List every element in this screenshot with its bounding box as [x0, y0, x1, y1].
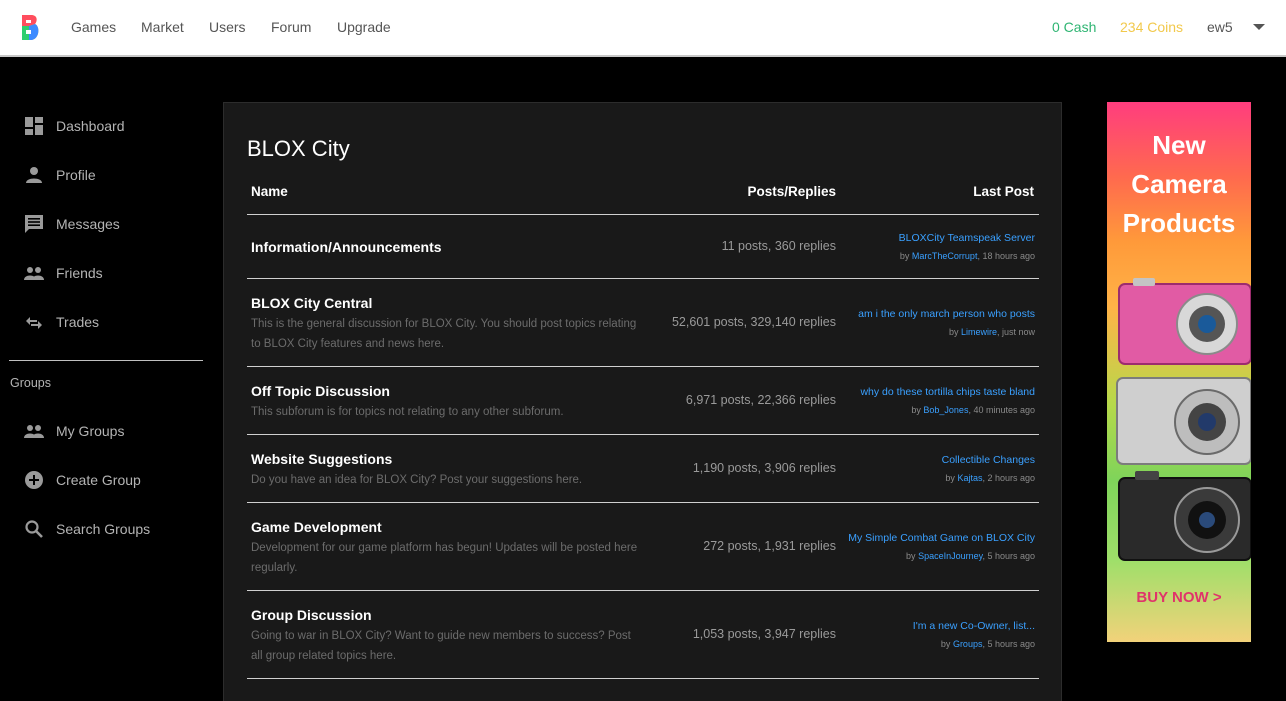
- ad-headline: Camera: [1131, 169, 1227, 199]
- last-post-user[interactable]: Limewire: [961, 327, 997, 337]
- blox-city-logo[interactable]: [19, 13, 41, 42]
- subforum-stats: 272 posts, 1,931 replies: [703, 539, 836, 553]
- column-header-name: Name: [251, 184, 288, 199]
- last-post-title[interactable]: I'm a new Co-Owner, list...: [913, 620, 1035, 632]
- row-divider: [247, 278, 1039, 279]
- last-post-meta: by Limewire, just now: [948, 327, 1035, 337]
- sidebar-item-label: Messages: [56, 216, 120, 232]
- sidebar-item-label: My Groups: [56, 423, 125, 439]
- sidebar-item-my-groups[interactable]: My Groups: [24, 421, 124, 441]
- column-header-last-post: Last Post: [973, 184, 1034, 199]
- last-post-title[interactable]: BLOXCity Teamspeak Server: [899, 232, 1035, 244]
- header-divider: [247, 214, 1039, 215]
- people-icon: [24, 425, 44, 438]
- last-post-title[interactable]: why do these tortilla chips taste bland: [860, 386, 1035, 398]
- nav-games-link[interactable]: Games: [71, 19, 116, 35]
- nav-upgrade-link[interactable]: Upgrade: [337, 19, 391, 35]
- sidebar-item-friends[interactable]: Friends: [24, 263, 103, 283]
- sidebar-item-label: Search Groups: [56, 521, 151, 537]
- last-post-meta: by Groups, 5 hours ago: [940, 639, 1035, 649]
- last-post-title[interactable]: Collectible Changes: [942, 454, 1035, 466]
- swap-icon: [26, 317, 42, 329]
- row-divider: [247, 590, 1039, 591]
- groups-heading: Groups: [10, 376, 51, 390]
- sidebar-item-dashboard[interactable]: Dashboard: [24, 116, 125, 136]
- row-divider: [247, 678, 1039, 679]
- subforum-name[interactable]: Off Topic Discussion: [251, 383, 390, 399]
- row-divider: [247, 366, 1039, 367]
- sidebar-item-create-group[interactable]: Create Group: [24, 470, 141, 490]
- username-label[interactable]: ew5: [1207, 19, 1233, 35]
- last-post-meta: by Bob_Jones, 40 minutes ago: [911, 405, 1035, 415]
- subforum-description: Going to war in BLOX City? Want to guide…: [251, 630, 631, 662]
- add-circle-icon: [25, 471, 43, 489]
- subforum-name[interactable]: Information/Announcements: [251, 239, 442, 255]
- sidebar-item-search-groups[interactable]: Search Groups: [24, 519, 150, 539]
- sidebar-item-profile[interactable]: Profile: [24, 165, 96, 185]
- subforum-description: Do you have an idea for BLOX City? Post …: [251, 474, 583, 486]
- camera-products-image: [1116, 278, 1251, 561]
- last-post-title[interactable]: My Simple Combat Game on BLOX City: [848, 532, 1035, 544]
- last-post-meta: by Kajtas, 2 hours ago: [945, 473, 1035, 483]
- person-icon: [26, 167, 42, 183]
- subforum-name[interactable]: BLOX City Central: [251, 295, 372, 311]
- nav-users-link[interactable]: Users: [209, 19, 246, 35]
- coins-balance[interactable]: 234 Coins: [1120, 19, 1183, 35]
- last-post-title[interactable]: am i the only march person who posts: [858, 308, 1035, 320]
- top-navbar: Games Market Users Forum Upgrade 0 Cash …: [0, 0, 1286, 57]
- subforum-stats: 52,601 posts, 329,140 replies: [671, 315, 836, 329]
- last-post-meta: by MarcTheCorrupt, 18 hours ago: [899, 251, 1035, 261]
- sidebar-item-label: Profile: [56, 167, 96, 183]
- ad-headline: Products: [1122, 208, 1236, 238]
- column-header-posts: Posts/Replies: [747, 184, 836, 199]
- last-post-user[interactable]: Bob_Jones: [923, 405, 968, 415]
- sidebar-item-label: Friends: [56, 265, 103, 281]
- last-post-user[interactable]: SpaceInJourney: [918, 551, 982, 561]
- subforum-name[interactable]: Website Suggestions: [251, 451, 392, 467]
- subforum-stats: 6,971 posts, 22,366 replies: [685, 393, 836, 407]
- chevron-down-icon[interactable]: [1253, 24, 1265, 30]
- sidebar-divider: [9, 360, 203, 361]
- page-title: BLOX City: [247, 136, 350, 161]
- sidebar-item-label: Dashboard: [56, 118, 125, 134]
- subforum-description: This subforum is for topics not relating…: [251, 406, 564, 418]
- subforum-name[interactable]: Group Discussion: [251, 607, 372, 623]
- dashboard-icon: [25, 117, 43, 135]
- last-post-user[interactable]: MarcTheCorrupt: [912, 251, 978, 261]
- sidebar-item-messages[interactable]: Messages: [24, 214, 120, 234]
- forum-panel: BLOX City Name Posts/Replies Last Post I…: [223, 102, 1062, 701]
- subforum-stats: 1,053 posts, 3,947 replies: [692, 627, 836, 641]
- people-icon: [24, 267, 44, 280]
- cash-balance[interactable]: 0 Cash: [1052, 19, 1096, 35]
- nav-forum-link[interactable]: Forum: [271, 19, 311, 35]
- subforum-stats: 11 posts, 360 replies: [721, 239, 836, 253]
- search-icon: [25, 520, 43, 538]
- subforum-description: Development for our game platform has be…: [251, 542, 638, 574]
- sidebar-item-trades[interactable]: Trades: [24, 312, 99, 332]
- subforum-stats: 1,190 posts, 3,906 replies: [692, 461, 836, 475]
- ad-banner[interactable]: New Camera Products BUY NOW >: [1107, 102, 1251, 642]
- row-divider: [247, 434, 1039, 435]
- row-divider: [247, 502, 1039, 503]
- nav-market-link[interactable]: Market: [141, 19, 184, 35]
- sidebar-item-label: Create Group: [56, 472, 141, 488]
- ad-buy-now-link[interactable]: BUY NOW >: [1107, 589, 1251, 606]
- last-post-user[interactable]: Kajtas: [957, 473, 982, 483]
- message-icon: [25, 215, 43, 233]
- ad-headline: New: [1152, 130, 1206, 160]
- last-post-meta: by SpaceInJourney, 5 hours ago: [906, 551, 1035, 561]
- subforum-description: This is the general discussion for BLOX …: [251, 318, 637, 350]
- last-post-user[interactable]: Groups: [953, 639, 983, 649]
- subforum-name[interactable]: Game Development: [251, 519, 382, 535]
- sidebar-item-label: Trades: [56, 314, 100, 330]
